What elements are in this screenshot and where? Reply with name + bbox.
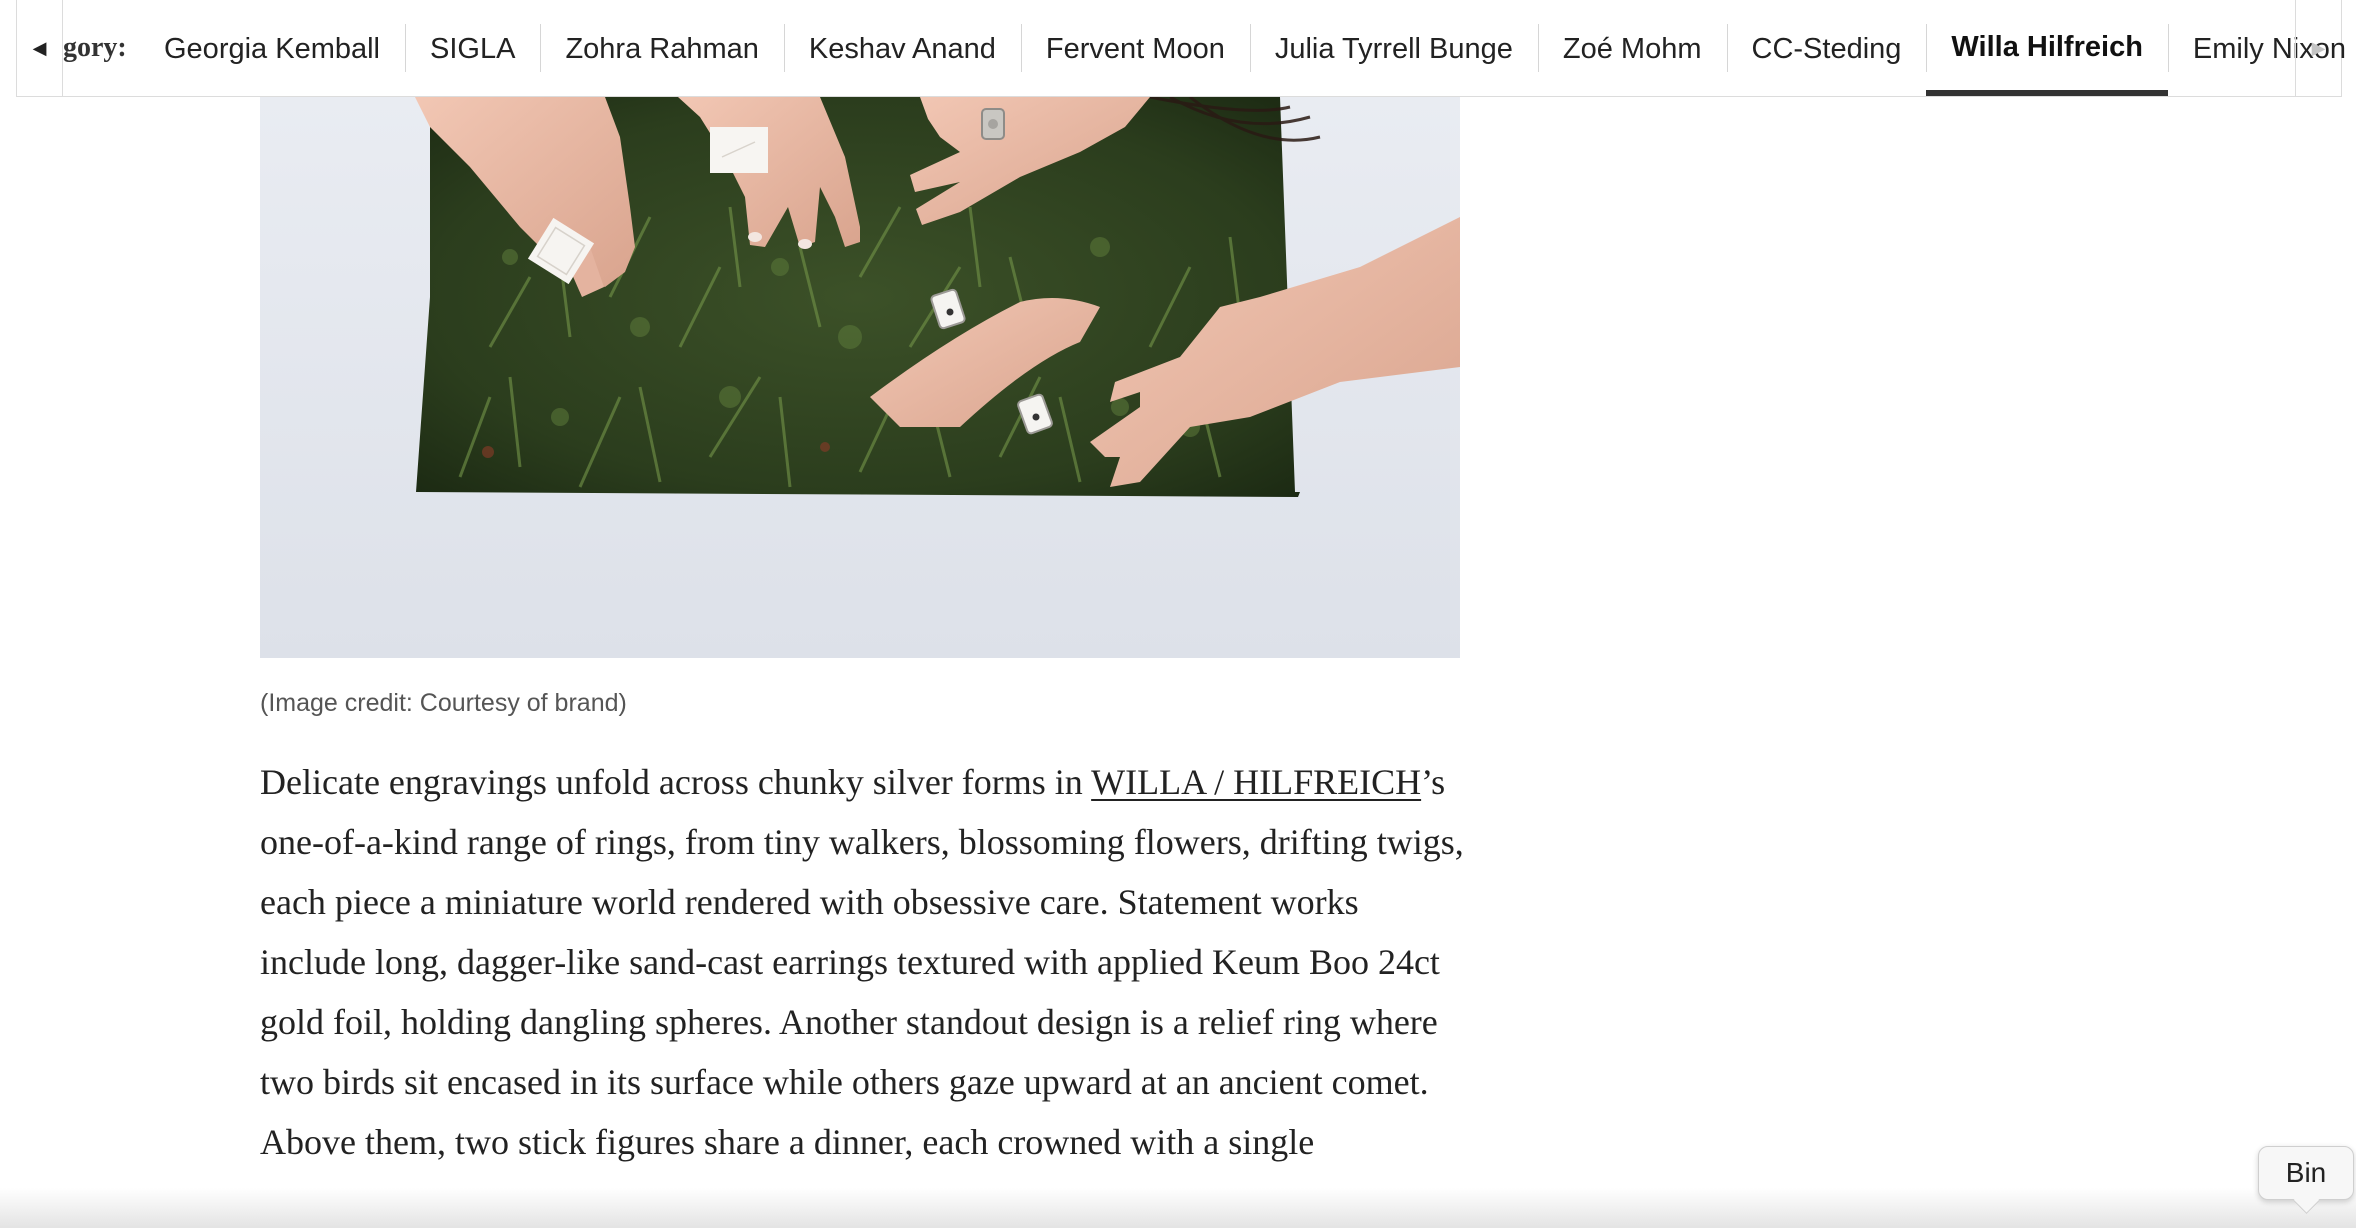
paragraph-text-start: Delicate engravings unfold across chunky…: [260, 762, 1092, 802]
tab-willa-hilfreich[interactable]: Willa Hilfreich: [1926, 0, 2168, 96]
tab-georgia-kemball[interactable]: Georgia Kemball: [139, 0, 405, 96]
tab-keshav-anand[interactable]: Keshav Anand: [783, 0, 1021, 96]
category-tab-bar: ◀ gory: Georgia Kemball SIGLA Zohra Rahm…: [16, 0, 2346, 97]
scroll-right-button[interactable]: ▶: [2295, 0, 2341, 96]
brand-tabs: Georgia Kemball SIGLA Zohra Rahman Kesha…: [139, 0, 2356, 96]
tab-zohra-rahman[interactable]: Zohra Rahman: [540, 0, 783, 96]
article-hero-image: [260, 97, 1460, 658]
bin-tooltip[interactable]: Bin: [2258, 1146, 2354, 1200]
tab-fervent-moon[interactable]: Fervent Moon: [1020, 0, 1250, 96]
category-label: gory:: [63, 32, 127, 63]
tab-julia-tyrrell-bunge[interactable]: Julia Tyrrell Bunge: [1249, 0, 1538, 96]
paragraph-text-rest: ’s one-of-a-kind range of rings, from ti…: [260, 762, 1464, 1162]
triangle-left-icon: ◀: [32, 37, 47, 59]
triangle-right-icon: ▶: [2311, 37, 2326, 59]
tab-sigla[interactable]: SIGLA: [405, 0, 540, 96]
article-paragraph: Delicate engravings unfold across chunky…: [260, 752, 1470, 1172]
tab-cc-steding[interactable]: CC-Steding: [1726, 0, 1927, 96]
bottom-shadow: [0, 1188, 2356, 1228]
tab-zoe-mohm[interactable]: Zoé Mohm: [1537, 0, 1727, 96]
willa-hilfreich-link[interactable]: WILLA / HILFREICH: [1091, 762, 1421, 802]
image-caption: (Image credit: Courtesy of brand): [260, 689, 627, 717]
scroll-left-button[interactable]: ◀: [17, 0, 63, 96]
